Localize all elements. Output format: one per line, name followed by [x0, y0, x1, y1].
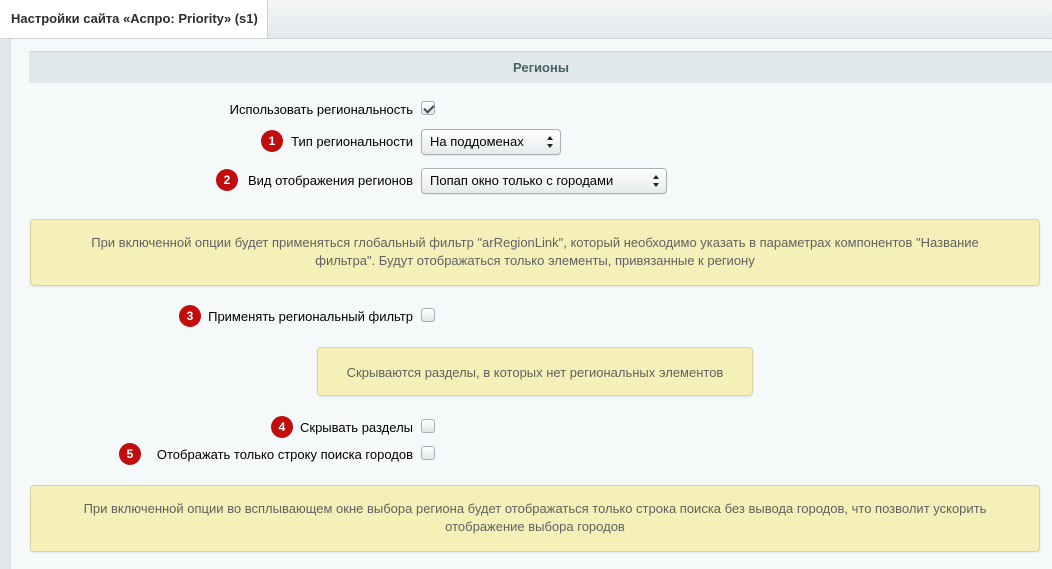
filter-info-note: При включенной опции будет применяться г… [30, 219, 1040, 286]
row-hide-sections: 4 Скрывать разделы [11, 415, 1052, 439]
search-info-note: При включенной опции во всплывающем окне… [30, 485, 1040, 552]
regional-filter-checkbox[interactable] [421, 308, 435, 322]
step-badge-1: 1 [261, 130, 283, 152]
step-badge-5: 5 [119, 443, 141, 465]
regions-display-value: Попап окно только с городами [430, 173, 614, 188]
step-badge-3: 3 [179, 305, 201, 327]
row-regions-display: 2 Вид отображения регионов Попап окно то… [11, 168, 1052, 194]
row-use-regionality: Использовать региональность [11, 97, 1052, 121]
regionality-type-select[interactable]: На поддоменах [421, 129, 561, 155]
select-arrows-icon [547, 136, 554, 148]
regional-filter-label: Применять региональный фильтр [208, 309, 413, 324]
row-regionality-type: 1 Тип региональности На поддоменах [11, 129, 1052, 155]
row-cities-search-only: 5 Отображать только строку поиска городо… [11, 442, 1052, 466]
hide-sections-label: Скрывать разделы [300, 420, 413, 435]
tab-site-settings[interactable]: Настройки сайта «Аспро: Priority» (s1) [0, 0, 268, 38]
regionality-type-value: На поддоменах [430, 134, 524, 149]
settings-panel: Регионы Использовать региональность 1 Ти… [10, 39, 1052, 569]
regionality-type-label: Тип региональности [291, 134, 413, 149]
step-badge-4: 4 [271, 416, 293, 438]
cities-search-only-label: Отображать только строку поиска городов [156, 447, 413, 462]
use-regionality-checkbox[interactable] [421, 101, 435, 115]
tab-bar: Настройки сайта «Аспро: Priority» (s1) [0, 0, 1052, 39]
row-regional-filter: 3 Применять региональный фильтр [11, 304, 1052, 328]
regions-display-select[interactable]: Попап окно только с городами [421, 168, 667, 194]
select-arrows-icon [653, 175, 660, 187]
hide-sections-info-note: Скрываются разделы, в которых нет регион… [317, 347, 753, 396]
use-regionality-label: Использовать региональность [229, 102, 413, 117]
hide-sections-checkbox[interactable] [421, 419, 435, 433]
regions-display-label: Вид отображения регионов [247, 173, 413, 188]
section-header-regions: Регионы [29, 51, 1052, 83]
cities-search-only-checkbox[interactable] [421, 446, 435, 460]
step-badge-2: 2 [216, 169, 238, 191]
